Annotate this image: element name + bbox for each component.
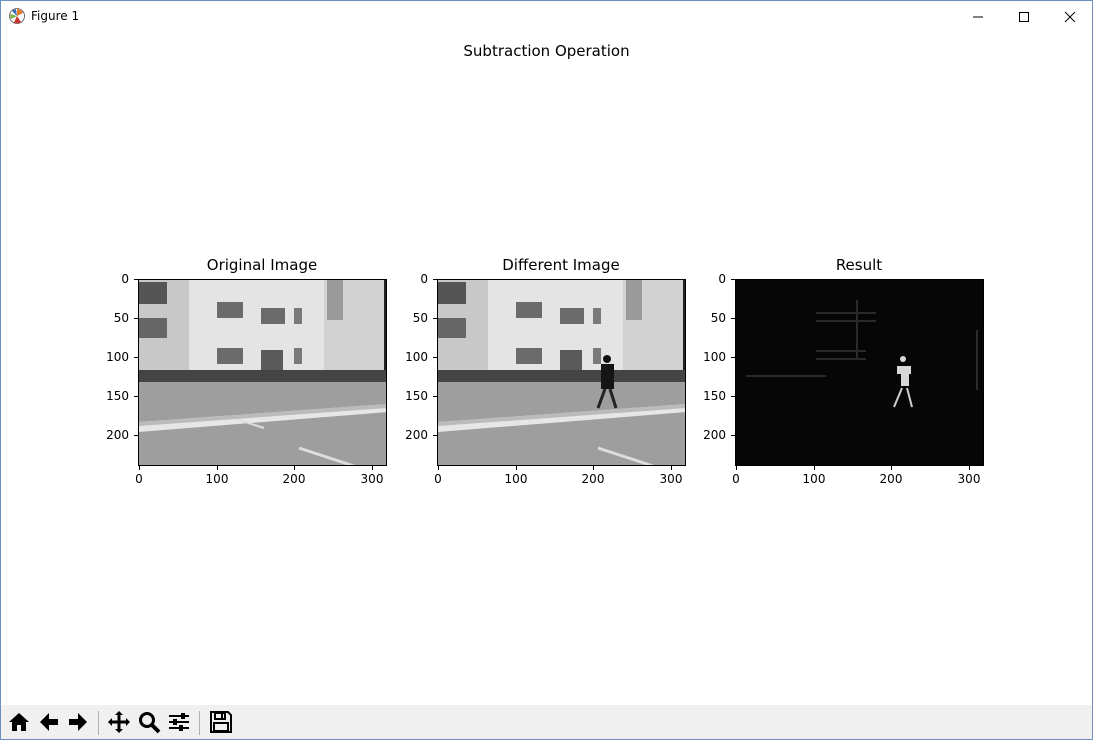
ytick-mark xyxy=(433,318,437,319)
forward-arrow-icon xyxy=(69,713,87,731)
xtick-mark xyxy=(294,466,295,470)
ytick-label: 150 xyxy=(106,389,129,403)
result-image xyxy=(735,279,984,466)
ytick-mark xyxy=(731,318,735,319)
save-button[interactable] xyxy=(207,708,235,736)
xtick-mark xyxy=(891,466,892,470)
pan-button[interactable] xyxy=(105,708,133,736)
xtick-label: 100 xyxy=(802,472,826,486)
figure-canvas[interactable]: Subtraction Operation Original Image 0 5… xyxy=(1,32,1092,705)
xtick-label: 0 xyxy=(135,472,143,486)
xtick-label: 100 xyxy=(205,472,229,486)
xtick-label: 0 xyxy=(732,472,740,486)
ytick-mark xyxy=(731,279,735,280)
ytick-mark xyxy=(433,396,437,397)
minimize-button[interactable] xyxy=(955,1,1001,32)
ytick-label: 100 xyxy=(703,350,726,364)
ytick-mark xyxy=(134,396,138,397)
xtick-label: 200 xyxy=(282,472,306,486)
ytick-label: 100 xyxy=(106,350,129,364)
forward-button[interactable] xyxy=(64,708,92,736)
ytick-label: 200 xyxy=(703,428,726,442)
ytick-mark xyxy=(731,357,735,358)
minimize-icon xyxy=(973,16,983,17)
ytick-label: 100 xyxy=(405,350,428,364)
back-arrow-icon xyxy=(40,713,58,731)
subplot-title-original: Original Image xyxy=(206,256,318,274)
xtick-label: 0 xyxy=(434,472,442,486)
figure-suptitle: Subtraction Operation xyxy=(463,42,630,60)
ytick-mark xyxy=(433,357,437,358)
ytick-label: 200 xyxy=(405,428,428,442)
subplot-title-result: Result xyxy=(835,256,883,274)
xtick-mark xyxy=(217,466,218,470)
xtick-mark xyxy=(593,466,594,470)
xtick-label: 200 xyxy=(879,472,903,486)
close-icon xyxy=(1064,11,1076,22)
ytick-label: 50 xyxy=(710,311,726,325)
maximize-button[interactable] xyxy=(1001,1,1047,32)
xtick-label: 200 xyxy=(581,472,605,486)
close-button[interactable] xyxy=(1047,1,1093,32)
toolbar-separator xyxy=(199,711,200,735)
xtick-label: 300 xyxy=(659,472,683,486)
xtick-label: 100 xyxy=(504,472,528,486)
navigation-toolbar xyxy=(1,705,1092,739)
xtick-label: 300 xyxy=(957,472,981,486)
configure-subplots-icon xyxy=(169,713,189,731)
xtick-mark xyxy=(372,466,373,470)
ytick-label: 50 xyxy=(412,311,428,325)
ytick-label: 150 xyxy=(703,389,726,403)
ytick-mark xyxy=(731,435,735,436)
different-image xyxy=(437,279,686,466)
toolbar-separator xyxy=(98,711,99,735)
ytick-mark xyxy=(433,435,437,436)
figure-window: Figure 1 Subtraction Operation Original … xyxy=(0,0,1093,740)
ytick-label: 50 xyxy=(113,311,129,325)
xtick-mark xyxy=(671,466,672,470)
ytick-mark xyxy=(433,279,437,280)
original-image xyxy=(138,279,387,466)
title-bar: Figure 1 xyxy=(1,1,1092,32)
ytick-label: 0 xyxy=(718,272,726,286)
xtick-mark xyxy=(516,466,517,470)
zoom-icon xyxy=(139,712,161,734)
maximize-icon xyxy=(1019,11,1029,22)
xtick-label: 300 xyxy=(360,472,384,486)
ytick-label: 0 xyxy=(420,272,428,286)
window-title: Figure 1 xyxy=(31,9,80,23)
zoom-button[interactable] xyxy=(135,708,163,736)
configure-subplots-button[interactable] xyxy=(165,708,193,736)
xtick-mark xyxy=(736,466,737,470)
ytick-mark xyxy=(731,396,735,397)
ytick-label: 150 xyxy=(405,389,428,403)
ytick-mark xyxy=(134,357,138,358)
back-button[interactable] xyxy=(35,708,63,736)
xtick-mark xyxy=(438,466,439,470)
matplotlib-app-icon xyxy=(9,8,25,24)
save-icon xyxy=(210,711,232,733)
pan-icon xyxy=(108,711,130,733)
xtick-mark xyxy=(814,466,815,470)
ytick-mark xyxy=(134,435,138,436)
ytick-label: 0 xyxy=(121,272,129,286)
xtick-mark xyxy=(969,466,970,470)
ytick-label: 200 xyxy=(106,428,129,442)
ytick-mark xyxy=(134,318,138,319)
home-button[interactable] xyxy=(5,708,33,736)
ytick-mark xyxy=(134,279,138,280)
subplot-title-different: Different Image xyxy=(502,256,620,274)
xtick-mark xyxy=(139,466,140,470)
home-icon xyxy=(9,713,29,731)
